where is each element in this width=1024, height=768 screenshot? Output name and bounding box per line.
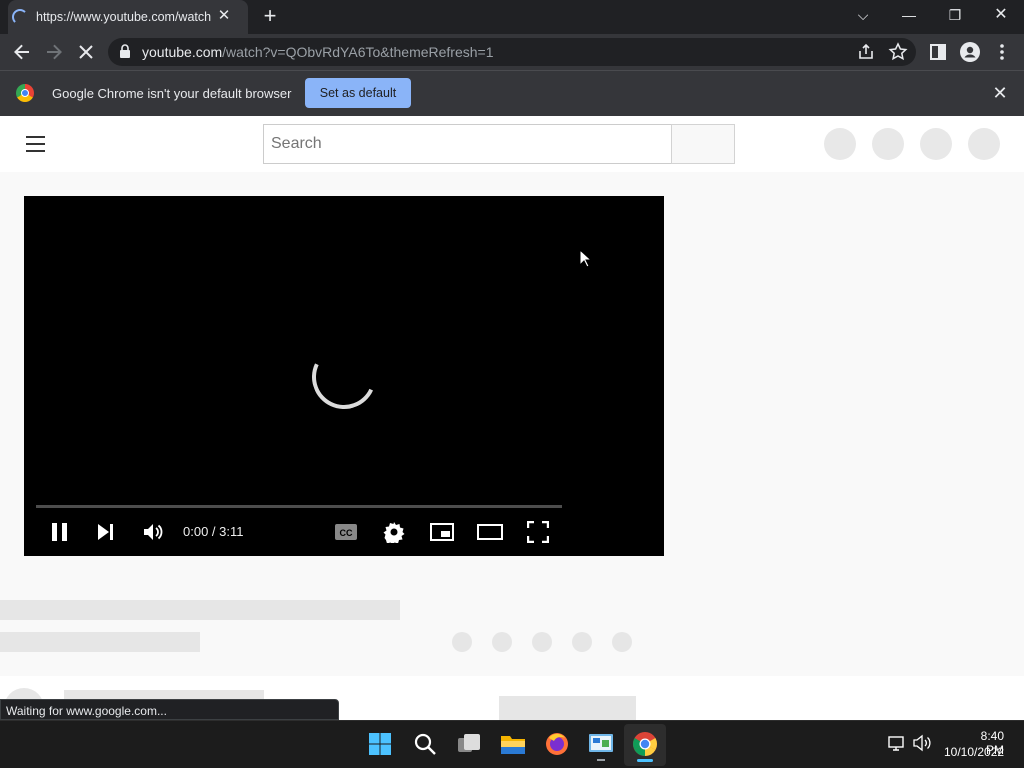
speaker-icon[interactable]	[912, 734, 932, 752]
search-button[interactable]	[671, 124, 735, 164]
subscribe-placeholder	[499, 696, 636, 720]
fullscreen-icon[interactable]	[526, 520, 550, 544]
action-placeholder	[452, 632, 472, 652]
back-icon[interactable]	[10, 40, 34, 64]
task-view-icon[interactable]	[453, 728, 485, 760]
tab-search-dropdown-icon[interactable]: ⌵	[850, 5, 876, 25]
infobar-message: Google Chrome isn't your default browser	[52, 86, 292, 101]
masthead-placeholder-icon	[920, 128, 952, 160]
bookmark-star-icon[interactable]	[886, 40, 910, 64]
masthead-placeholder-icon	[872, 128, 904, 160]
new-tab-button[interactable]: +	[259, 5, 281, 27]
side-panel-icon[interactable]	[926, 40, 950, 64]
url-host: youtube.com	[142, 44, 223, 60]
captions-icon[interactable]: CC	[334, 522, 358, 542]
svg-text:CC: CC	[340, 528, 353, 538]
infobar-close-icon[interactable]: ✕	[990, 83, 1010, 103]
action-placeholder	[492, 632, 512, 652]
chrome-icon[interactable]	[629, 728, 661, 760]
action-placeholder	[612, 632, 632, 652]
share-icon[interactable]	[854, 40, 878, 64]
action-placeholder	[572, 632, 592, 652]
masthead-placeholder-icon	[824, 128, 856, 160]
chrome-logo-icon	[16, 84, 34, 102]
network-icon[interactable]	[888, 734, 906, 752]
progress-bar[interactable]	[36, 505, 562, 508]
url-path: /watch?v=QObvRdYA6To&themeRefresh=1	[222, 44, 494, 60]
pause-icon[interactable]	[50, 522, 70, 542]
firefox-icon[interactable]	[541, 728, 573, 760]
tab-title: https://www.youtube.com/watch	[36, 10, 212, 24]
clock-date[interactable]: 10/10/2022	[944, 745, 1004, 759]
settings-gear-icon[interactable]	[383, 521, 405, 546]
miniplayer-icon[interactable]	[430, 522, 454, 542]
start-icon[interactable]	[364, 728, 396, 760]
profile-icon[interactable]	[958, 40, 982, 64]
tab-close-icon[interactable]: ✕	[215, 7, 233, 25]
restore-icon[interactable]: ❐	[942, 5, 968, 25]
stop-loading-icon[interactable]	[74, 40, 98, 64]
url-text: youtube.com/watch?v=QObvRdYA6To&themeRef…	[142, 44, 494, 60]
subtitle-placeholder	[0, 632, 200, 652]
action-placeholder	[532, 632, 552, 652]
control-panel-icon[interactable]	[585, 728, 617, 760]
running-indicator	[597, 759, 605, 761]
file-explorer-icon[interactable]	[497, 728, 529, 760]
tab-loading-icon	[12, 9, 28, 25]
close-window-icon[interactable]: ✕	[988, 5, 1014, 25]
mouse-cursor-icon	[579, 248, 593, 269]
volume-icon[interactable]	[142, 521, 164, 543]
forward-icon[interactable]	[42, 40, 66, 64]
title-placeholder	[0, 600, 400, 620]
guide-menu-icon[interactable]	[26, 136, 46, 152]
menu-kebab-icon[interactable]	[990, 40, 1014, 64]
minimize-icon[interactable]: —	[896, 5, 922, 25]
theater-mode-icon[interactable]	[477, 522, 503, 542]
time-display: 0:00 / 3:11	[183, 524, 244, 539]
set-as-default-button[interactable]: Set as default	[305, 78, 411, 108]
search-icon[interactable]	[409, 728, 441, 760]
search-input[interactable]	[263, 124, 672, 164]
status-bubble: Waiting for www.google.com...	[0, 699, 339, 720]
masthead-placeholder-icon	[968, 128, 1000, 160]
active-indicator	[637, 759, 653, 762]
lock-icon[interactable]	[120, 44, 130, 58]
next-icon[interactable]	[96, 522, 116, 542]
